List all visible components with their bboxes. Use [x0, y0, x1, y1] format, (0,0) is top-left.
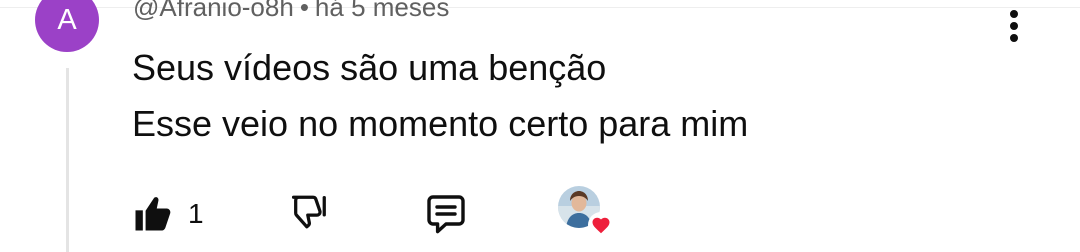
dislike-button[interactable]: [284, 190, 330, 236]
more-vert-icon-dot: [1010, 34, 1018, 42]
thread-line: [66, 68, 69, 252]
meta-separator: •: [299, 0, 309, 22]
author-handle[interactable]: @Afranio-o8h: [133, 0, 294, 22]
like-count: 1: [188, 198, 204, 229]
creator-heart-icon: [588, 212, 614, 238]
like-button[interactable]: [130, 192, 174, 236]
comment-text-line-1: Seus vídeos são uma benção: [132, 47, 607, 88]
more-vert-icon-dot: [1010, 22, 1018, 30]
comment-text-line-2: Esse veio no momento certo para mim: [132, 103, 749, 144]
heart-icon: [588, 212, 614, 238]
creator-heart: [558, 186, 614, 238]
more-vert-icon: [1010, 10, 1018, 18]
author-avatar[interactable]: A: [35, 0, 99, 52]
reply-button[interactable]: [422, 190, 470, 238]
thumbs-down-icon: [291, 195, 326, 229]
comment-meta: @Afranio-o8h • há 5 meses: [133, 0, 449, 23]
more-options-button[interactable]: [1006, 10, 1022, 42]
comment-time: há 5 meses: [314, 0, 450, 22]
avatar-letter: A: [57, 3, 77, 36]
comment-thread: A @Afranio-o8h • há 5 meses Seus vídeos sã…: [0, 0, 1080, 252]
reply-comment-icon: [427, 195, 465, 234]
thumbs-up-filled-icon: [135, 197, 171, 231]
